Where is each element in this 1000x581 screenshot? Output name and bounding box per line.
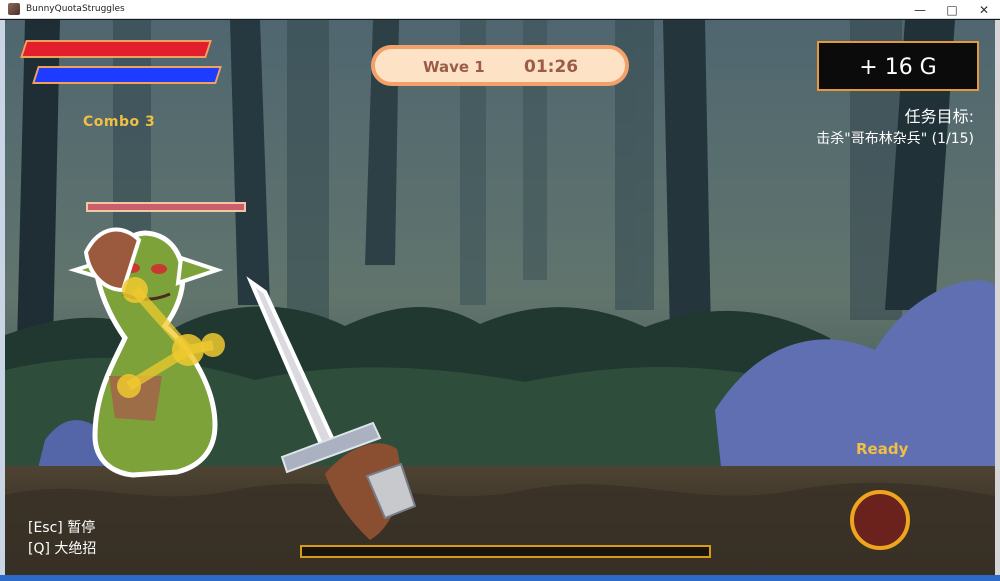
quest-objective: 击杀"哥布林杂兵" (1/15) [816, 131, 974, 147]
maximize-button[interactable]: □ [936, 0, 968, 19]
wave-label: Wave 1 [423, 58, 485, 76]
enemy-health-bar [86, 202, 246, 212]
wave-timer: 01:26 [524, 57, 579, 77]
player-health-bar [20, 40, 212, 58]
title-bar[interactable]: BunnyQuotaStruggles — □ ✕ [0, 0, 1000, 19]
player-mana-bar [32, 66, 222, 84]
game-app-icon [8, 3, 20, 15]
ultimate-hint: [Q] 大绝招 [28, 541, 97, 557]
wave-timer-panel: Wave 1 01:26 [371, 45, 629, 86]
window-title: BunnyQuotaStruggles [26, 4, 125, 14]
close-button[interactable]: ✕ [968, 0, 1000, 19]
gold-panel: + 16 G [817, 41, 979, 91]
game-viewport[interactable]: Combo 3 Wave 1 01:26 + 16 G 任务目标: 击杀"哥布林… [5, 20, 995, 575]
combo-counter: Combo 3 [83, 114, 156, 130]
game-window: BunnyQuotaStruggles — □ ✕ Combo 3 Wave 1… [0, 0, 1000, 581]
bottom-progress-bar [300, 545, 711, 558]
taskbar-edge [0, 575, 1000, 581]
forest-scene [5, 20, 995, 575]
right-desktop-edge [995, 20, 1000, 575]
control-hints: [Esc] 暂停 [Q] 大绝招 [28, 518, 96, 560]
gold-gain-text: + 16 G [859, 55, 937, 80]
pause-hint: [Esc] 暂停 [28, 520, 96, 536]
window-controls: — □ ✕ [904, 0, 1000, 19]
skill-ready-label: Ready [856, 440, 909, 458]
minimize-button[interactable]: — [904, 0, 936, 19]
fire-skill-icon[interactable] [850, 490, 910, 550]
goblin-eye-right [151, 264, 167, 274]
quest-title: 任务目标: [904, 107, 974, 126]
ground-reflection [5, 482, 995, 575]
